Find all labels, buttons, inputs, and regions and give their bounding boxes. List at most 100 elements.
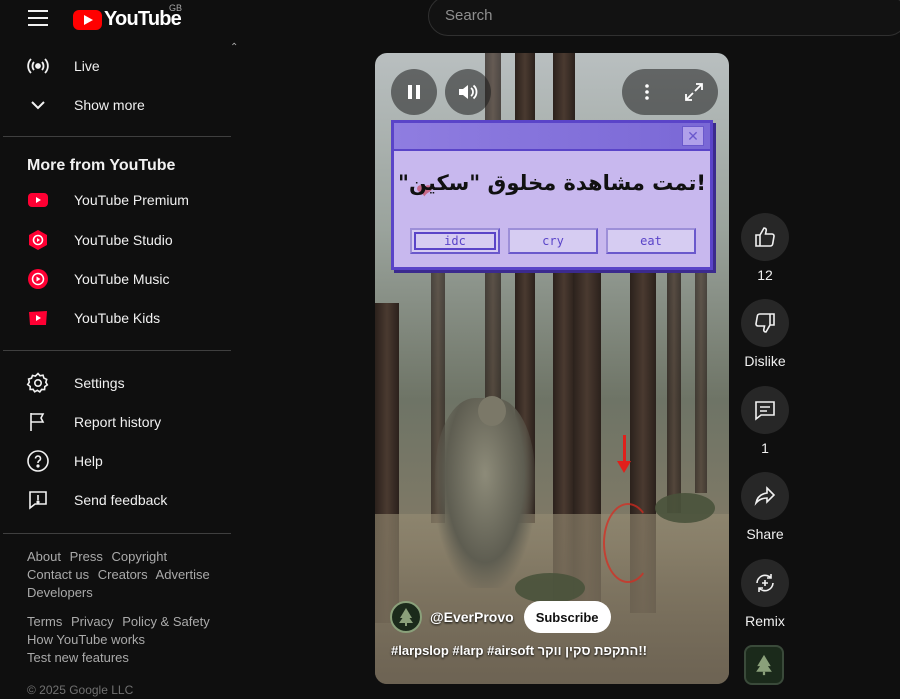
sidebar-item-show-more[interactable]: Show more: [12, 87, 230, 123]
red-arrow-annotation: [617, 435, 631, 473]
sidebar-item-label: Live: [74, 58, 100, 74]
remix-action: Remix: [741, 559, 789, 629]
tree-trunk: [667, 253, 681, 513]
comments-button[interactable]: [741, 386, 789, 434]
footer-link[interactable]: How YouTube works: [27, 632, 145, 647]
expand-icon: [685, 83, 703, 101]
tree-trunk: [695, 253, 707, 493]
dialog-buttons: idc cry eat: [410, 228, 704, 254]
footer-link[interactable]: Test new features: [27, 650, 129, 665]
sidebar-item-label: Help: [74, 453, 103, 469]
share-button[interactable]: [741, 472, 789, 520]
youtube-kids-icon: [26, 306, 50, 330]
sidebar-item-kids[interactable]: YouTube Kids: [12, 300, 230, 336]
sidebar-item-send-feedback[interactable]: Send feedback: [12, 482, 230, 518]
channel-avatar[interactable]: [390, 601, 422, 633]
subscribe-button[interactable]: Subscribe: [523, 601, 611, 633]
volume-button[interactable]: [445, 69, 491, 115]
youtube-music-icon: [26, 267, 50, 291]
divider: [3, 350, 231, 351]
sidebar-item-studio[interactable]: YouTube Studio: [12, 222, 230, 258]
section-title-more: More from YouTube: [27, 157, 176, 174]
dislike-action: Dislike: [741, 299, 789, 369]
footer-links-secondary: Terms Privacy Policy & Safety How YouTub…: [27, 613, 227, 667]
sidebar-item-label: YouTube Studio: [74, 232, 173, 248]
fullscreen-button[interactable]: [671, 69, 717, 115]
footer-link[interactable]: Contact us: [27, 567, 89, 582]
like-count: 12: [757, 267, 773, 283]
youtube-logo[interactable]: YouTube GB: [73, 3, 182, 31]
comment-icon: [755, 401, 775, 421]
feedback-icon: [26, 488, 50, 512]
ghillie-suit-figure: [435, 398, 535, 588]
video-caption[interactable]: #larpslop #larp #airsoft התקפת סקין ווקר…: [391, 643, 647, 658]
sidebar-item-music[interactable]: YouTube Music: [12, 261, 230, 297]
footer-link[interactable]: Creators: [98, 567, 148, 582]
flag-icon: [26, 410, 50, 434]
ghillie-suit-head: [478, 396, 506, 426]
sidebar-item-settings[interactable]: Settings: [12, 365, 230, 401]
footer-link[interactable]: Advertise: [156, 567, 210, 582]
shorts-video-player[interactable]: ✕ ❤ !تمت مشاهدة مخلوق "سكين" idc cry eat…: [375, 53, 729, 684]
footer-link[interactable]: Press: [70, 549, 103, 564]
menu-icon[interactable]: [28, 10, 48, 26]
sidebar: ⌃ Live Show more More from YouTube YouTu…: [0, 40, 240, 699]
sidebar-item-label: YouTube Kids: [74, 310, 161, 326]
channel-row: @EverProvo Subscribe: [390, 601, 611, 633]
remix-button[interactable]: [741, 559, 789, 607]
share-icon: [754, 486, 776, 506]
dialog-button-cry: cry: [508, 228, 598, 254]
footer-link[interactable]: Policy & Safety: [122, 614, 209, 629]
youtube-play-icon: [73, 9, 102, 30]
thumbs-down-icon: [755, 313, 775, 333]
thumbs-up-icon: [755, 227, 775, 247]
sidebar-item-premium[interactable]: YouTube Premium: [12, 182, 230, 218]
dislike-button[interactable]: [741, 299, 789, 347]
search-input[interactable]: [445, 7, 845, 24]
volume-icon: [459, 84, 478, 100]
footer-link[interactable]: Developers: [27, 585, 93, 600]
divider: [3, 136, 231, 137]
top-bar: YouTube GB: [0, 0, 900, 36]
dialog-titlebar: ✕: [394, 123, 710, 151]
remix-label: Remix: [745, 613, 785, 629]
tree-logo-icon: [756, 654, 772, 676]
dialog-button-eat: eat: [606, 228, 696, 254]
footer-link[interactable]: Privacy: [71, 614, 114, 629]
footer-links-primary: About Press Copyright Contact us Creator…: [27, 548, 227, 602]
comment-count: 1: [761, 440, 769, 456]
sidebar-item-help[interactable]: Help: [12, 443, 230, 479]
sidebar-item-label: Report history: [74, 414, 162, 430]
gear-icon: [26, 371, 50, 395]
footer-link[interactable]: About: [27, 549, 61, 564]
youtube-premium-icon: [26, 188, 50, 212]
more-options-button[interactable]: [624, 69, 670, 115]
pause-button[interactable]: [391, 69, 437, 115]
scroll-up-icon[interactable]: ⌃: [230, 42, 238, 53]
retro-dialog-overlay: ✕ ❤ !تمت مشاهدة مخلوق "سكين" idc cry eat: [391, 120, 713, 270]
like-button[interactable]: [741, 213, 789, 261]
footer-link[interactable]: Terms: [27, 614, 62, 629]
youtube-studio-icon: [26, 228, 50, 252]
copyright: © 2025 Google LLC: [27, 683, 134, 697]
divider: [3, 533, 231, 534]
more-vert-icon: [645, 84, 649, 100]
channel-name[interactable]: @EverProvo: [430, 609, 514, 625]
shrub: [655, 493, 715, 523]
tree-logo-icon: [399, 608, 413, 626]
red-circle-annotation: [603, 503, 653, 583]
live-icon: [26, 54, 50, 78]
dialog-message: !تمت مشاهدة مخلوق "سكين": [398, 171, 706, 195]
remix-icon: [756, 574, 774, 592]
country-code: GB: [169, 3, 183, 13]
share-label: Share: [746, 526, 784, 542]
footer-link[interactable]: Copyright: [111, 549, 167, 564]
sidebar-item-label: YouTube Music: [74, 271, 170, 287]
sound-thumbnail[interactable]: [744, 645, 784, 685]
dislike-label: Dislike: [744, 353, 786, 369]
comments-action: 1: [741, 386, 789, 456]
sidebar-item-report-history[interactable]: Report history: [12, 404, 230, 440]
sidebar-item-live[interactable]: Live: [12, 48, 230, 84]
search-box[interactable]: [428, 0, 900, 36]
share-action: Share: [741, 472, 789, 542]
